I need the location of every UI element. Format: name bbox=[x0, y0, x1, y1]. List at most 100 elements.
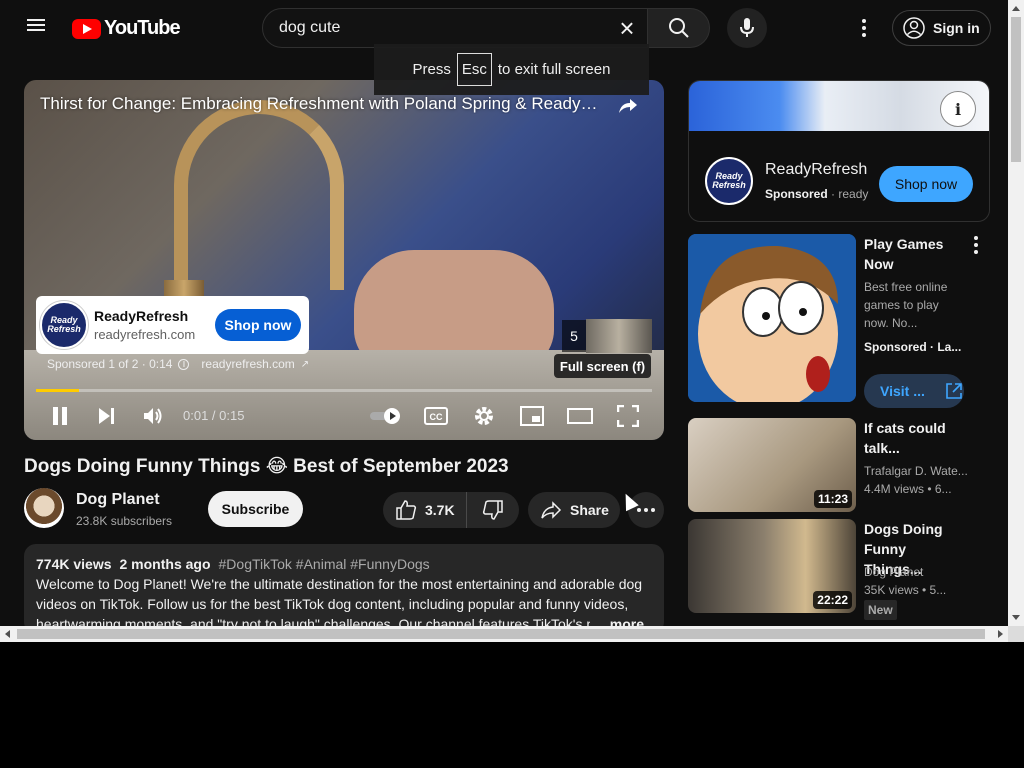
gear-icon bbox=[475, 407, 493, 425]
recommendation-menu-icon[interactable] bbox=[974, 236, 978, 254]
next-ad-preview: 5 bbox=[562, 319, 652, 353]
share-icon bbox=[541, 501, 562, 519]
recommendation-thumbnail[interactable]: 22:22 bbox=[688, 519, 856, 613]
skip-next-icon bbox=[99, 408, 114, 424]
recommendation-item[interactable]: 22:22 Dogs Doing Funny Things... Dog Pla… bbox=[688, 519, 988, 620]
recommendation-thumbnail[interactable]: 11:23 bbox=[688, 418, 856, 512]
video-duration: 11:23 bbox=[813, 490, 852, 508]
like-button[interactable]: 3.7K bbox=[383, 492, 467, 528]
hashtags[interactable]: #DogTikTok #Animal #FunnyDogs bbox=[219, 556, 430, 572]
sidebar-ad-panel[interactable]: i Ready Refresh ReadyRefresh Sponsored ·… bbox=[688, 80, 990, 222]
theater-mode-icon bbox=[567, 408, 593, 424]
ad-logo: Ready Refresh bbox=[40, 301, 88, 349]
info-icon[interactable]: i bbox=[178, 358, 190, 370]
sponsored-url-link[interactable]: readyrefresh.com bbox=[201, 357, 294, 371]
description-box[interactable]: 774K views 2 months ago #DogTikTok #Anim… bbox=[24, 544, 664, 626]
fullscreen-button[interactable] bbox=[614, 402, 642, 430]
recommendation-sponsored: Sponsored · La... bbox=[864, 338, 961, 356]
cartoon-face-thumbnail bbox=[688, 234, 856, 402]
player-ad-card[interactable]: Ready Refresh ReadyRefresh readyrefresh.… bbox=[36, 296, 309, 354]
mute-button[interactable] bbox=[139, 402, 167, 430]
upload-age: 2 months ago bbox=[119, 556, 211, 572]
youtube-play-icon bbox=[72, 18, 101, 39]
youtube-page: YouTube × Sign in Thirst for Change: Emb… bbox=[0, 0, 1008, 626]
thumbs-up-icon bbox=[396, 500, 417, 520]
search-button[interactable] bbox=[647, 8, 710, 48]
vertical-scrollbar[interactable] bbox=[1008, 0, 1024, 626]
channel-avatar[interactable] bbox=[24, 488, 64, 528]
recommendation-thumbnail[interactable] bbox=[688, 234, 856, 402]
dislike-button[interactable] bbox=[467, 492, 519, 528]
ad-advertiser-name: ReadyRefresh bbox=[94, 308, 189, 324]
theater-mode-button[interactable] bbox=[566, 402, 594, 430]
closed-captions-icon: CC bbox=[424, 407, 448, 425]
search-input[interactable] bbox=[279, 19, 599, 37]
time-display: 0:01 / 0:15 bbox=[183, 408, 245, 423]
show-more-link[interactable]: ...more bbox=[590, 616, 644, 626]
menu-icon[interactable] bbox=[24, 16, 48, 40]
scroll-down-arrow-icon[interactable] bbox=[1012, 615, 1020, 620]
settings-button[interactable] bbox=[470, 402, 498, 430]
voice-search-button[interactable] bbox=[727, 8, 767, 48]
toast-press-text: Press bbox=[412, 61, 451, 78]
next-button[interactable] bbox=[92, 402, 120, 430]
recommendation-title[interactable]: Play Games Now bbox=[864, 234, 964, 274]
sponsored-label: Sponsored bbox=[765, 187, 828, 201]
visit-label: Visit ... bbox=[880, 383, 925, 399]
vertical-scroll-thumb[interactable] bbox=[1011, 17, 1021, 162]
sidebar-ad-name: ReadyRefresh bbox=[765, 161, 868, 178]
toast-esc-key: Esc bbox=[456, 53, 492, 86]
settings-kebab-icon[interactable] bbox=[852, 16, 876, 40]
clear-search-icon[interactable]: × bbox=[615, 15, 639, 41]
sidebar-ad-domain: ready bbox=[838, 187, 869, 201]
recommendation-stats: 4.4M views • 6... bbox=[864, 482, 952, 496]
player-share-icon[interactable] bbox=[616, 94, 640, 118]
visit-site-button[interactable]: Visit ... bbox=[864, 374, 964, 408]
recommendation-channel[interactable]: Dog Planet bbox=[864, 563, 923, 581]
ad-url: readyrefresh.com bbox=[94, 327, 196, 342]
captions-button[interactable]: CC bbox=[422, 402, 450, 430]
like-dislike-group: 3.7K bbox=[383, 492, 519, 528]
pause-button[interactable] bbox=[46, 402, 74, 430]
recommendation-description: Best free online games to play now. No..… bbox=[864, 280, 948, 330]
sign-in-button[interactable]: Sign in bbox=[892, 10, 991, 46]
subscribe-button[interactable]: Subscribe bbox=[208, 491, 303, 527]
sponsored-label: Sponsored 1 of 2 · 0:14 bbox=[47, 357, 173, 371]
volume-icon bbox=[144, 408, 162, 424]
share-button[interactable]: Share bbox=[528, 492, 620, 528]
recommendation-item[interactable]: 11:23 If cats could talk... Trafalgar D.… bbox=[688, 418, 988, 512]
description-meta: 774K views 2 months ago #DogTikTok #Anim… bbox=[36, 556, 652, 572]
autoplay-toggle[interactable] bbox=[368, 402, 404, 430]
progress-fill bbox=[36, 389, 80, 392]
miniplayer-button[interactable] bbox=[518, 402, 546, 430]
ad-shop-now-button[interactable]: Shop now bbox=[215, 309, 301, 341]
pause-icon bbox=[53, 407, 67, 425]
progress-bar[interactable] bbox=[36, 389, 652, 392]
new-badge: New bbox=[864, 600, 897, 620]
search-box: × bbox=[262, 8, 648, 48]
ad-info-icon[interactable]: i bbox=[940, 91, 976, 127]
channel-name[interactable]: Dog Planet bbox=[76, 491, 160, 509]
external-link-icon: ↗ bbox=[300, 358, 310, 370]
svg-text:CC: CC bbox=[430, 412, 443, 422]
description-text: Welcome to Dog Planet! We're the ultimat… bbox=[36, 576, 643, 626]
next-ad-thumbnail bbox=[586, 319, 652, 353]
player-video-title[interactable]: Thirst for Change: Embracing Refreshment… bbox=[40, 94, 600, 114]
horizontal-scroll-thumb[interactable] bbox=[17, 629, 985, 639]
sidebar-shop-now-button[interactable]: Shop now bbox=[879, 166, 973, 202]
horizontal-scrollbar[interactable] bbox=[0, 626, 1008, 642]
scroll-left-arrow-icon[interactable] bbox=[5, 630, 10, 638]
scroll-up-arrow-icon[interactable] bbox=[1012, 6, 1020, 11]
video-frame-faucet bbox=[174, 100, 344, 290]
recommendation-title[interactable]: If cats could talk... bbox=[864, 418, 964, 458]
sidebar-ad-logo: Ready Refresh bbox=[705, 157, 753, 205]
scroll-right-arrow-icon[interactable] bbox=[998, 630, 1003, 638]
recommendation-item[interactable]: Play Games Now Best free online games to… bbox=[688, 234, 988, 410]
recommendation-channel[interactable]: Trafalgar D. Wate... bbox=[864, 462, 968, 480]
toast-rest-text: to exit full screen bbox=[497, 61, 611, 78]
youtube-logo[interactable]: YouTube bbox=[72, 17, 181, 40]
video-player[interactable]: Thirst for Change: Embracing Refreshment… bbox=[24, 80, 664, 440]
sponsored-info: Sponsored 1 of 2 · 0:14 i readyrefresh.c… bbox=[47, 357, 309, 371]
sidebar-ad-sponsored: Sponsored · ready bbox=[765, 187, 869, 201]
sign-in-label: Sign in bbox=[933, 20, 980, 36]
